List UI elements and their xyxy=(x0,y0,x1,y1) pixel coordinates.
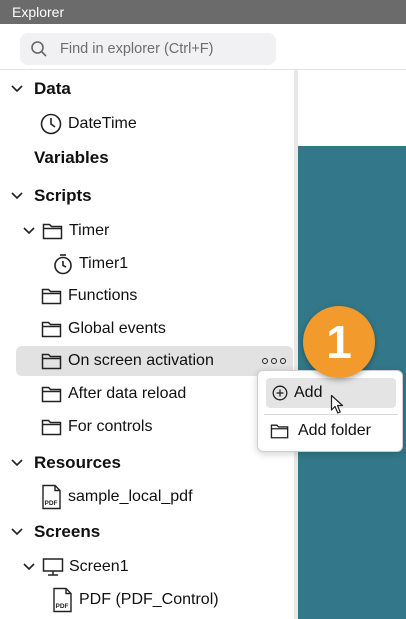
search-box[interactable] xyxy=(20,33,276,65)
tree-item-label: Timer xyxy=(69,222,110,239)
tree-section-label: Scripts xyxy=(34,186,92,205)
tree-item-label: Screen1 xyxy=(69,558,129,575)
tree-section-resources[interactable]: Resources xyxy=(10,448,121,478)
tree-item-datetime[interactable]: DateTime xyxy=(40,109,137,139)
chevron-down-icon[interactable] xyxy=(10,85,24,93)
menu-item-label: Add folder xyxy=(298,422,371,439)
folder-icon xyxy=(41,417,63,437)
step-number-badge: 1 xyxy=(303,306,375,378)
tree-folder-after-data-reload[interactable]: After data reload xyxy=(41,379,186,409)
tree-section-scripts[interactable]: Scripts xyxy=(10,181,92,211)
clock-icon xyxy=(40,113,62,135)
tree-folder-timer[interactable]: Timer xyxy=(22,216,109,246)
menu-item-label: Add xyxy=(294,384,323,401)
tree-folder-on-screen-activation[interactable]: On screen activation xyxy=(41,346,214,376)
tree-item-label: PDF (PDF_Control) xyxy=(79,591,219,608)
tree-item-screen1[interactable]: Screen1 xyxy=(22,552,129,582)
window-title: Explorer xyxy=(0,0,406,24)
more-options-button[interactable] xyxy=(262,352,286,370)
tree-item-sample-local-pdf[interactable]: PDF sample_local_pdf xyxy=(41,482,193,512)
pdf-file-icon: PDF xyxy=(41,484,63,510)
search-bar xyxy=(0,24,294,70)
tree-item-label: For controls xyxy=(68,418,153,435)
folder-icon xyxy=(41,319,63,339)
chevron-down-icon[interactable] xyxy=(22,563,36,571)
timer-icon xyxy=(52,253,74,275)
tree-folder-for-controls[interactable]: For controls xyxy=(41,412,152,442)
tree-item-label: Global events xyxy=(68,320,166,337)
chevron-down-icon[interactable] xyxy=(22,227,36,235)
tree-item-pdf-control[interactable]: PDF PDF (PDF_Control) xyxy=(52,585,219,615)
svg-text:PDF: PDF xyxy=(45,500,58,507)
canvas-margin xyxy=(298,70,406,146)
more-icon-dot xyxy=(271,358,277,364)
editor-header xyxy=(294,24,406,70)
folder-icon xyxy=(41,384,63,404)
tree-item-label: Functions xyxy=(68,287,138,304)
tree-item-label: On screen activation xyxy=(68,352,214,369)
more-icon-dot xyxy=(280,358,286,364)
chevron-down-icon[interactable] xyxy=(10,192,24,200)
tree-section-screens[interactable]: Screens xyxy=(10,517,100,547)
tree-item-timer1[interactable]: Timer1 xyxy=(52,249,128,279)
tree-item-label: After data reload xyxy=(68,385,187,402)
svg-text:PDF: PDF xyxy=(56,603,69,610)
tree-section-data[interactable]: Data xyxy=(10,74,71,104)
tree-section-label: Screens xyxy=(34,522,101,541)
tree-item-label: DateTime xyxy=(68,115,137,132)
monitor-icon xyxy=(42,557,64,577)
tree-item-label: Timer1 xyxy=(79,255,129,272)
tree-folder-global-events[interactable]: Global events xyxy=(41,314,166,344)
plus-circle-icon xyxy=(272,385,288,401)
tree-section-variables[interactable]: Variables xyxy=(34,143,109,173)
folder-icon xyxy=(41,351,63,371)
tree-item-label: sample_local_pdf xyxy=(68,488,193,505)
folder-icon xyxy=(42,221,64,241)
chevron-down-icon[interactable] xyxy=(10,459,24,467)
tree-folder-functions[interactable]: Functions xyxy=(41,281,137,311)
tree-section-label: Resources xyxy=(34,453,121,472)
chevron-down-icon[interactable] xyxy=(10,528,24,536)
folder-icon xyxy=(270,422,290,440)
search-icon xyxy=(31,41,47,57)
folder-icon xyxy=(41,286,63,306)
tree-section-label: Variables xyxy=(34,148,109,167)
more-icon-dot xyxy=(262,358,268,364)
cursor-icon xyxy=(330,394,346,421)
pdf-file-icon: PDF xyxy=(52,587,74,613)
tree-section-label: Data xyxy=(34,79,71,98)
search-input[interactable] xyxy=(60,41,260,57)
